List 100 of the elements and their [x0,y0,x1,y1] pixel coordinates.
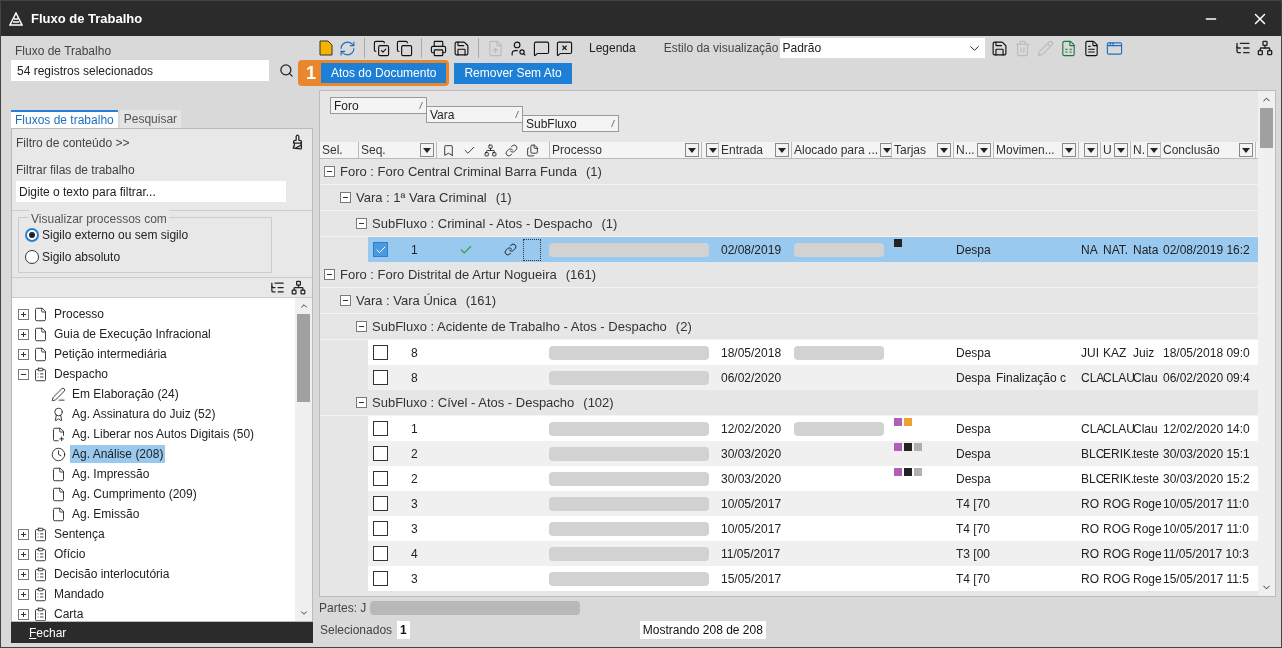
tree-item[interactable]: Ag. Assinatura do Juiz (52) [70,405,218,423]
column-header[interactable]: Conclusão [1163,142,1237,158]
collapse-toggle-icon[interactable] [356,218,367,229]
row-checkbox[interactable] [373,370,388,385]
tree-item[interactable]: Ofício [52,545,88,563]
save-icon[interactable] [453,39,470,57]
table-row[interactable]: 3 15/05/2017 T4 [70 RO ROG Roge 15/05/2017 11:5 [320,566,1258,591]
radio-button[interactable] [25,250,39,264]
table-row[interactable]: 3 10/05/2017 T4 [70 RO ROG Roge 10/05/2017 11:0 [320,516,1258,541]
radio-label[interactable]: Sigilo absoluto [42,248,121,266]
column-header[interactable]: Tarjas [894,142,935,158]
filter-dropdown[interactable] [1239,143,1253,157]
group-header[interactable]: Foro : Foro Distrital de Artur Nogueira [340,264,557,285]
collapse-toggle-icon[interactable] [340,295,351,306]
tree-view-icon[interactable] [1235,40,1251,56]
refresh-icon[interactable] [339,39,356,57]
scroll-thumb[interactable] [1260,108,1273,148]
filter-dropdown[interactable] [977,143,991,157]
filter-dropdown[interactable] [880,143,891,157]
tree-item[interactable]: Sentença [52,525,107,543]
copy-check-icon[interactable] [373,39,390,57]
row-checkbox[interactable] [373,242,388,257]
tree-item[interactable]: Ag. Emissão [70,505,142,523]
collapse-toggle-icon[interactable] [324,269,335,280]
collapse-toggle-icon[interactable] [18,368,29,380]
tree-item[interactable]: Processo [52,305,107,323]
expand-toggle-icon[interactable] [18,548,29,560]
search-field[interactable]: 54 registros selecionados [11,60,269,81]
table-row[interactable]: 8 06/02/2020 Despa Finalização c CLACLAUClau 06/02/2020 09:4 [320,365,1258,390]
row-checkbox[interactable] [373,421,388,436]
filter-dropdown[interactable] [937,143,951,157]
tree-item[interactable]: Ag. Cumprimento (209) [70,485,199,503]
tree-item[interactable]: Mandado [52,585,107,603]
scrollbar[interactable] [295,298,312,621]
group-by-chip[interactable]: Vara [426,106,523,123]
column-header[interactable]: Movimen... [996,142,1060,158]
expand-toggle-icon[interactable] [18,528,29,540]
scroll-up-icon[interactable] [298,301,309,311]
legend-button[interactable]: Legenda [589,39,636,57]
close-panel-button[interactable]: Fechar [11,622,313,643]
comment-icon[interactable] [533,39,550,57]
action-button[interactable]: Atos do Documento [321,63,447,83]
table-row[interactable]: 4 11/05/2017 T3 [00 RO ROG Roge 11/05/2017 10:3 [320,541,1258,566]
scroll-thumb[interactable] [297,314,310,402]
group-header[interactable]: Vara : Vara Única [356,290,457,311]
collapse-toggle-icon[interactable] [356,321,367,332]
table-row[interactable]: 3 10/05/2017 T4 [70 RO ROG Roge 10/05/2017 11:0 [320,491,1258,516]
collapse-toggle-icon[interactable] [356,397,367,408]
filter-dropdown[interactable] [706,143,718,157]
group-header[interactable]: SubFluxo : Criminal - Atos - Despacho [372,213,593,234]
spreadsheet-icon[interactable] [1060,39,1078,57]
table-row[interactable]: 1 12/02/2020 Despa CLACLAUClau 12/02/2020 14:0 [320,416,1258,441]
column-header[interactable]: U [1103,142,1112,158]
expand-toggle-icon[interactable] [18,608,29,620]
filter-dropdown[interactable] [420,143,434,157]
filter-dropdown[interactable] [775,143,789,157]
scroll-down-icon[interactable] [298,608,309,618]
search-icon[interactable] [279,63,294,78]
row-checkbox[interactable] [373,446,388,461]
window-icon[interactable] [1106,39,1124,57]
group-header[interactable]: Foro : Foro Central Criminal Barra Funda [340,161,577,182]
column-header[interactable]: Processo [552,142,683,158]
tree-item[interactable]: Em Elaboração (24) [70,385,181,403]
row-checkbox[interactable] [373,521,388,536]
group-view-icon[interactable] [291,280,306,295]
content-filter-link[interactable]: Filtro de conteúdo >> [16,134,130,152]
tree-item[interactable]: Decisão interlocutória [52,565,172,583]
filter-dropdown[interactable] [1114,143,1128,157]
expand-toggle-icon[interactable] [18,308,29,320]
copy-icon[interactable] [396,39,413,57]
table-row[interactable]: 8 18/05/2018 Despa JUI KAZ Juiz 18/05/2018 09:0 [320,340,1258,365]
tab[interactable]: Fluxos de trabalho [11,110,118,128]
scrollbar[interactable] [1258,91,1275,596]
comment-remove-icon[interactable] [556,39,573,57]
group-by-chip[interactable]: SubFluxo [522,115,619,132]
row-checkbox[interactable] [373,345,388,360]
tree-item[interactable]: Ag. Liberar nos Autos Digitais (50) [70,425,257,443]
group-header[interactable]: Vara : 1ª Vara Criminal [356,187,487,208]
tab[interactable]: Pesquisar [119,110,182,128]
tree-item[interactable]: Ag. Análise (208) [70,445,166,463]
tree-item[interactable]: Ag. Impressão [70,465,152,483]
radio-label[interactable]: Sigilo externo ou sem sigilo [42,226,189,244]
column-header[interactable]: Alocado para ... [794,142,879,158]
expand-toggle-icon[interactable] [18,348,29,360]
column-header[interactable]: Seq. [361,142,418,158]
group-header[interactable]: SubFluxo : Cível - Atos - Despacho [372,392,575,413]
row-checkbox[interactable] [373,496,388,511]
expand-toggle-icon[interactable] [18,568,29,580]
table-row[interactable]: 2 30/03/2020 Despa BLCERIK.teste 30/03/2020 15:1 [320,441,1258,466]
save-icon[interactable] [991,39,1009,57]
collapse-toggle-icon[interactable] [324,166,335,177]
filter-dropdown[interactable] [1062,143,1076,157]
column-header[interactable]: Entrada [721,142,773,158]
view-style-select[interactable]: Padrão [780,38,986,58]
filter-dropdown[interactable] [685,143,699,157]
tree-item[interactable]: Petição intermediária [52,345,169,363]
action-button[interactable]: Remover Sem Ato [454,62,572,84]
filter-dropdown[interactable] [1147,143,1160,157]
group-view-icon[interactable] [1257,40,1273,56]
table-row[interactable]: 2 30/03/2020 Despa BLCERIK.teste 30/03/2020 15:2 [320,466,1258,491]
